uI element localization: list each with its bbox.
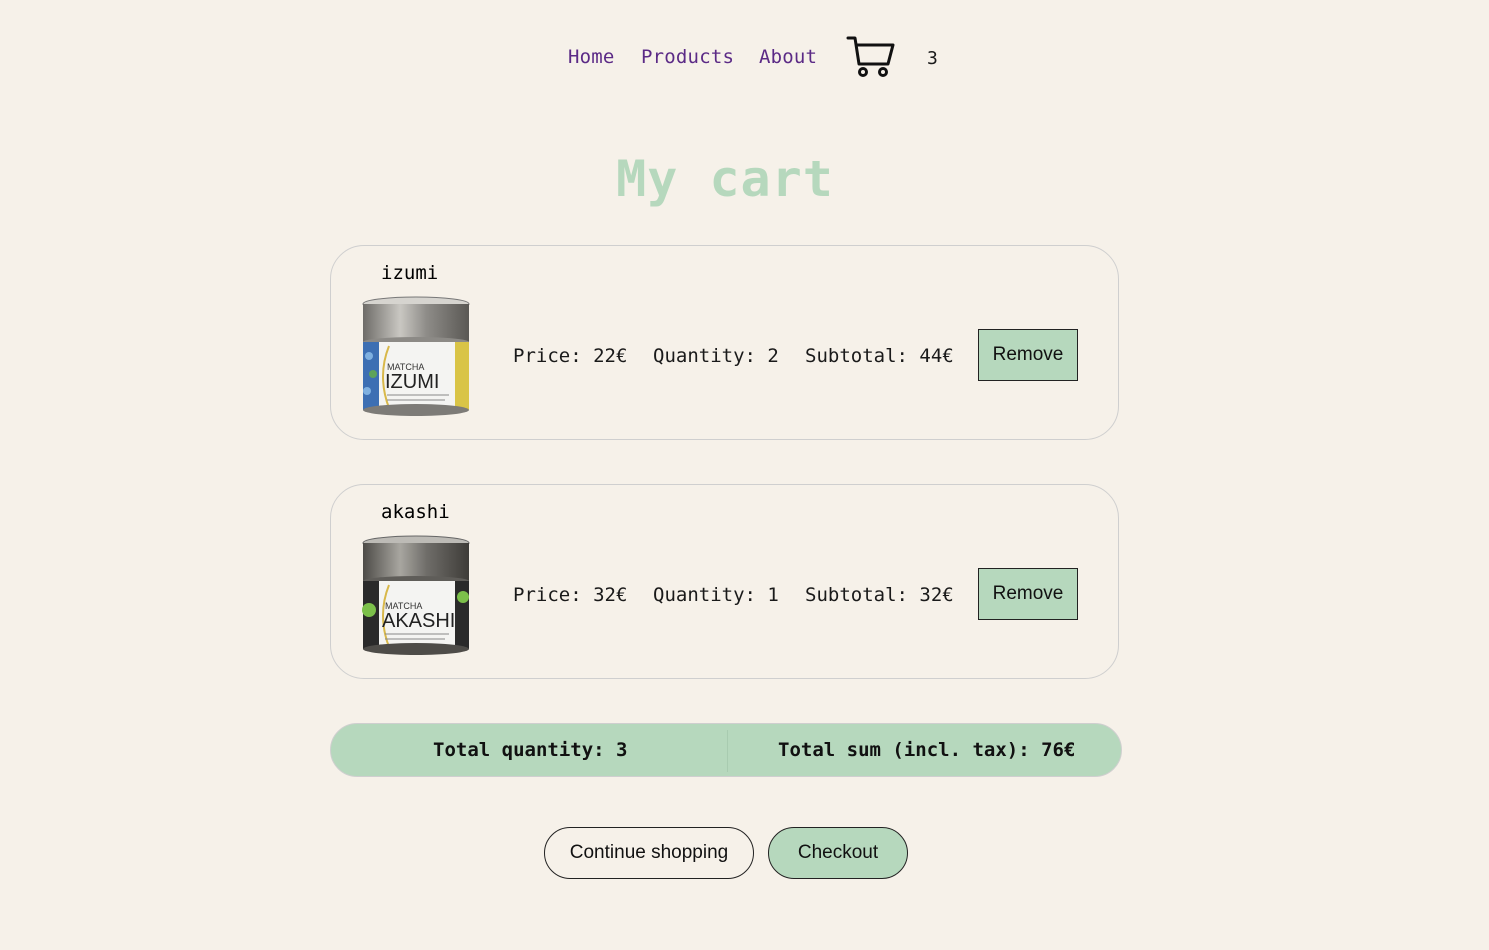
total-sum: Total sum (incl. tax): 76€	[778, 739, 1076, 761]
remove-button[interactable]: Remove	[978, 329, 1078, 381]
totals-bar: Total quantity: 3 Total sum (incl. tax):…	[330, 723, 1122, 777]
item-price: Price: 22€	[513, 345, 628, 367]
page-title: My cart	[616, 150, 834, 208]
checkout-button[interactable]: Checkout	[768, 827, 908, 879]
item-name: izumi	[381, 262, 439, 284]
cart-item-izumi: izumi MATCHA IZUMI Price: 22€ Quantity: …	[330, 245, 1119, 440]
nav-link-home[interactable]: Home	[568, 46, 615, 68]
nav-link-products[interactable]: Products	[641, 46, 734, 68]
remove-button[interactable]: Remove	[978, 568, 1078, 620]
total-quantity: Total quantity: 3	[433, 739, 628, 761]
cart-count-badge: 3	[927, 48, 938, 69]
item-subtotal: Subtotal: 44€	[805, 345, 954, 367]
product-image-izumi: MATCHA IZUMI	[362, 296, 470, 416]
item-quantity: Quantity: 2	[653, 345, 779, 367]
shopping-cart-icon[interactable]	[846, 34, 896, 78]
item-subtotal: Subtotal: 32€	[805, 584, 954, 606]
item-price: Price: 32€	[513, 584, 628, 606]
totals-divider	[727, 730, 728, 772]
image-label-main: AKASHI	[382, 610, 455, 632]
item-quantity: Quantity: 1	[653, 584, 779, 606]
main-nav: Home Products About 3	[0, 32, 1489, 84]
product-image-akashi: MATCHA AKASHI	[362, 535, 470, 655]
image-label-main: IZUMI	[385, 371, 439, 393]
nav-link-about[interactable]: About	[759, 46, 817, 68]
continue-shopping-button[interactable]: Continue shopping	[544, 827, 754, 879]
cart-item-akashi: akashi MATCHA AKASHI Price: 32€ Quantity…	[330, 484, 1119, 679]
item-name: akashi	[381, 501, 450, 523]
